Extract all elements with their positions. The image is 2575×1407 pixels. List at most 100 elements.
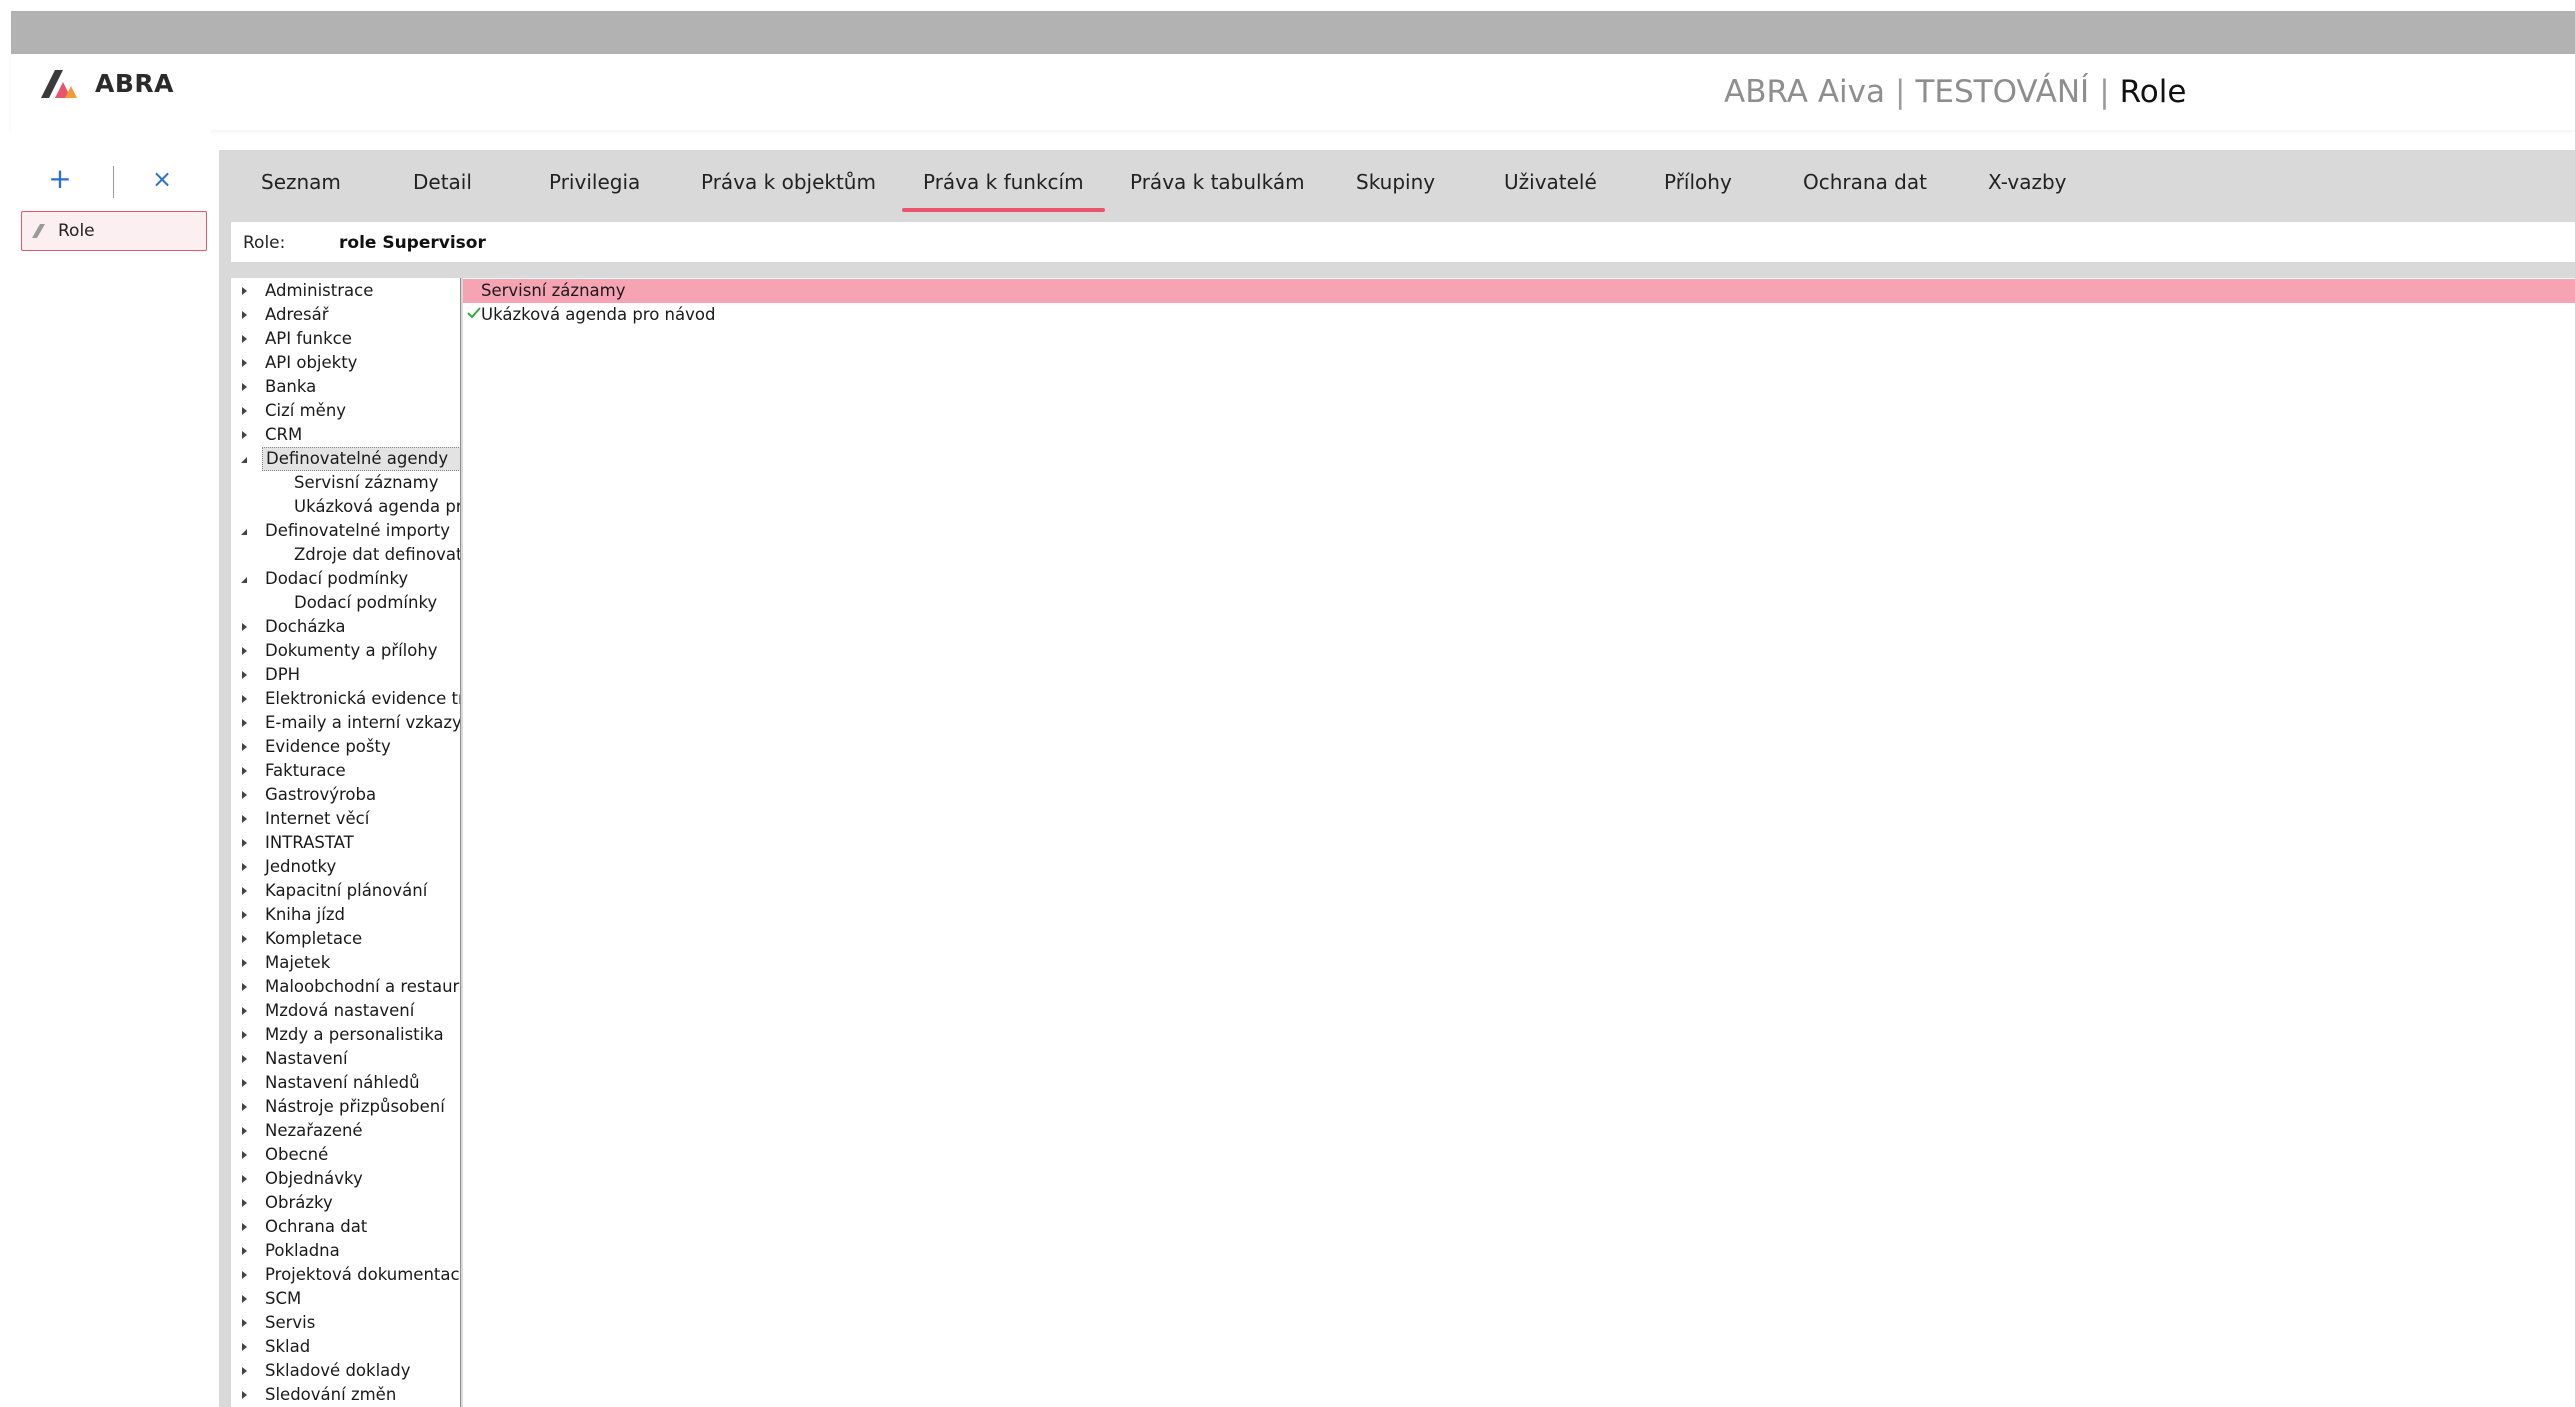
list-item[interactable]: Ukázková agenda pro návod (463, 303, 2575, 327)
collapse-arrow-icon[interactable] (240, 1143, 250, 1167)
list-item[interactable]: Servisní záznamy (463, 279, 2575, 303)
tree-item[interactable]: Jednotky (231, 855, 460, 879)
collapse-arrow-icon[interactable] (240, 1287, 250, 1311)
tree-item[interactable]: Servis (231, 1311, 460, 1335)
add-icon[interactable]: + (45, 164, 75, 194)
collapse-arrow-icon[interactable] (240, 375, 250, 399)
tab-uzivatele[interactable]: Uživatelé (1504, 170, 1597, 194)
collapse-arrow-icon[interactable] (240, 1191, 250, 1215)
tree-item[interactable]: Internet věcí (231, 807, 460, 831)
tree-item[interactable]: Administrace (231, 279, 460, 303)
tree-item[interactable]: Nastavení náhledů (231, 1071, 460, 1095)
tree-item[interactable]: Pokladna (231, 1239, 460, 1263)
collapse-arrow-icon[interactable] (240, 975, 250, 999)
collapse-arrow-icon[interactable] (240, 903, 250, 927)
close-icon[interactable]: × (147, 164, 177, 194)
tab-prilohy[interactable]: Přílohy (1664, 170, 1732, 194)
tree-item[interactable]: Servisní záznamy (231, 471, 460, 495)
collapse-arrow-icon[interactable] (240, 1071, 250, 1095)
collapse-arrow-icon[interactable] (240, 1239, 250, 1263)
tree-item[interactable]: Obrázky (231, 1191, 460, 1215)
collapse-arrow-icon[interactable] (240, 1383, 250, 1407)
collapse-arrow-icon[interactable] (240, 1311, 250, 1335)
tree-item[interactable]: Mzdová nastavení (231, 999, 460, 1023)
collapse-arrow-icon[interactable] (240, 1095, 250, 1119)
tree-item[interactable]: Docházka (231, 615, 460, 639)
collapse-arrow-icon[interactable] (240, 351, 250, 375)
collapse-arrow-icon[interactable] (240, 951, 250, 975)
tree-item[interactable]: Gastrovýroba (231, 783, 460, 807)
collapse-arrow-icon[interactable] (240, 807, 250, 831)
tree-item[interactable]: Definovatelné importy (231, 519, 460, 543)
tree-item[interactable]: Nastavení (231, 1047, 460, 1071)
tree-item[interactable]: Skladové doklady (231, 1359, 460, 1383)
collapse-arrow-icon[interactable] (240, 279, 250, 303)
collapse-arrow-icon[interactable] (240, 1335, 250, 1359)
tree-item[interactable]: Evidence pošty (231, 735, 460, 759)
collapse-arrow-icon[interactable] (240, 1263, 250, 1287)
tree-item[interactable]: Sklad (231, 1335, 460, 1359)
tree-item[interactable]: Kapacitní plánování (231, 879, 460, 903)
tab-seznam[interactable]: Seznam (261, 170, 341, 194)
collapse-arrow-icon[interactable] (240, 783, 250, 807)
tree-item[interactable]: Kompletace (231, 927, 460, 951)
tree-item[interactable]: E-maily a interní vzkazy (231, 711, 460, 735)
collapse-arrow-icon[interactable] (240, 711, 250, 735)
collapse-arrow-icon[interactable] (240, 759, 250, 783)
collapse-arrow-icon[interactable] (240, 327, 250, 351)
tab-x-vazby[interactable]: X-vazby (1988, 170, 2067, 194)
collapse-arrow-icon[interactable] (240, 687, 250, 711)
function-list[interactable]: Servisní záznamy Ukázková agenda pro návo… (463, 278, 2575, 1407)
tree-item[interactable]: Adresář (231, 303, 460, 327)
tree-item[interactable]: Fakturace (231, 759, 460, 783)
function-tree[interactable]: Administrace Adresář API funkce API objekty… (231, 278, 461, 1407)
collapse-arrow-icon[interactable] (240, 1167, 250, 1191)
tree-item[interactable]: API funkce (231, 327, 460, 351)
tree-item[interactable]: Kniha jízd (231, 903, 460, 927)
tab-privilegia[interactable]: Privilegia (549, 170, 640, 194)
collapse-arrow-icon[interactable] (240, 735, 250, 759)
expand-arrow-icon[interactable] (240, 519, 250, 543)
collapse-arrow-icon[interactable] (240, 1023, 250, 1047)
collapse-arrow-icon[interactable] (240, 1359, 250, 1383)
tree-item[interactable]: Zdroje dat definovatel (231, 543, 460, 567)
expand-arrow-icon[interactable] (240, 447, 250, 471)
tree-item[interactable]: Dodací podmínky (231, 567, 460, 591)
tree-item[interactable]: Majetek (231, 951, 460, 975)
tree-item[interactable]: SCM (231, 1287, 460, 1311)
tree-item[interactable]: Objednávky (231, 1167, 460, 1191)
tab-prava-k-objektum[interactable]: Práva k objektům (701, 170, 876, 194)
collapse-arrow-icon[interactable] (240, 615, 250, 639)
tree-item[interactable]: Dokumenty a přílohy (231, 639, 460, 663)
tree-item[interactable]: DPH (231, 663, 460, 687)
collapse-arrow-icon[interactable] (240, 399, 250, 423)
tree-item[interactable]: Sledování změn (231, 1383, 460, 1407)
tab-prava-k-tabulkam[interactable]: Práva k tabulkám (1130, 170, 1305, 194)
collapse-arrow-icon[interactable] (240, 999, 250, 1023)
tree-item[interactable]: Banka (231, 375, 460, 399)
tab-prava-k-funkcim[interactable]: Práva k funkcím (902, 170, 1105, 212)
tree-item[interactable]: CRM (231, 423, 460, 447)
tree-item[interactable]: Mzdy a personalistika (231, 1023, 460, 1047)
open-record-role[interactable]: Role (21, 211, 207, 251)
collapse-arrow-icon[interactable] (240, 831, 250, 855)
tab-skupiny[interactable]: Skupiny (1356, 170, 1435, 194)
tab-detail[interactable]: Detail (413, 170, 472, 194)
tree-item[interactable]: Obecné (231, 1143, 460, 1167)
tree-item[interactable]: Nezařazené (231, 1119, 460, 1143)
tree-item[interactable]: API objekty (231, 351, 460, 375)
collapse-arrow-icon[interactable] (240, 639, 250, 663)
tree-item[interactable]: Definovatelné agendy (231, 447, 460, 471)
tree-item[interactable]: INTRASTAT (231, 831, 460, 855)
tree-item[interactable]: Nástroje přizpůsobení (231, 1095, 460, 1119)
collapse-arrow-icon[interactable] (240, 1047, 250, 1071)
tree-item[interactable]: Dodací podmínky (231, 591, 460, 615)
tree-item[interactable]: Cizí měny (231, 399, 460, 423)
collapse-arrow-icon[interactable] (240, 663, 250, 687)
collapse-arrow-icon[interactable] (240, 423, 250, 447)
collapse-arrow-icon[interactable] (240, 879, 250, 903)
tree-item[interactable]: Elektronická evidence trže (231, 687, 460, 711)
collapse-arrow-icon[interactable] (240, 1119, 250, 1143)
tree-item[interactable]: Ukázková agenda pro (231, 495, 460, 519)
tab-ochrana-dat[interactable]: Ochrana dat (1803, 170, 1927, 194)
